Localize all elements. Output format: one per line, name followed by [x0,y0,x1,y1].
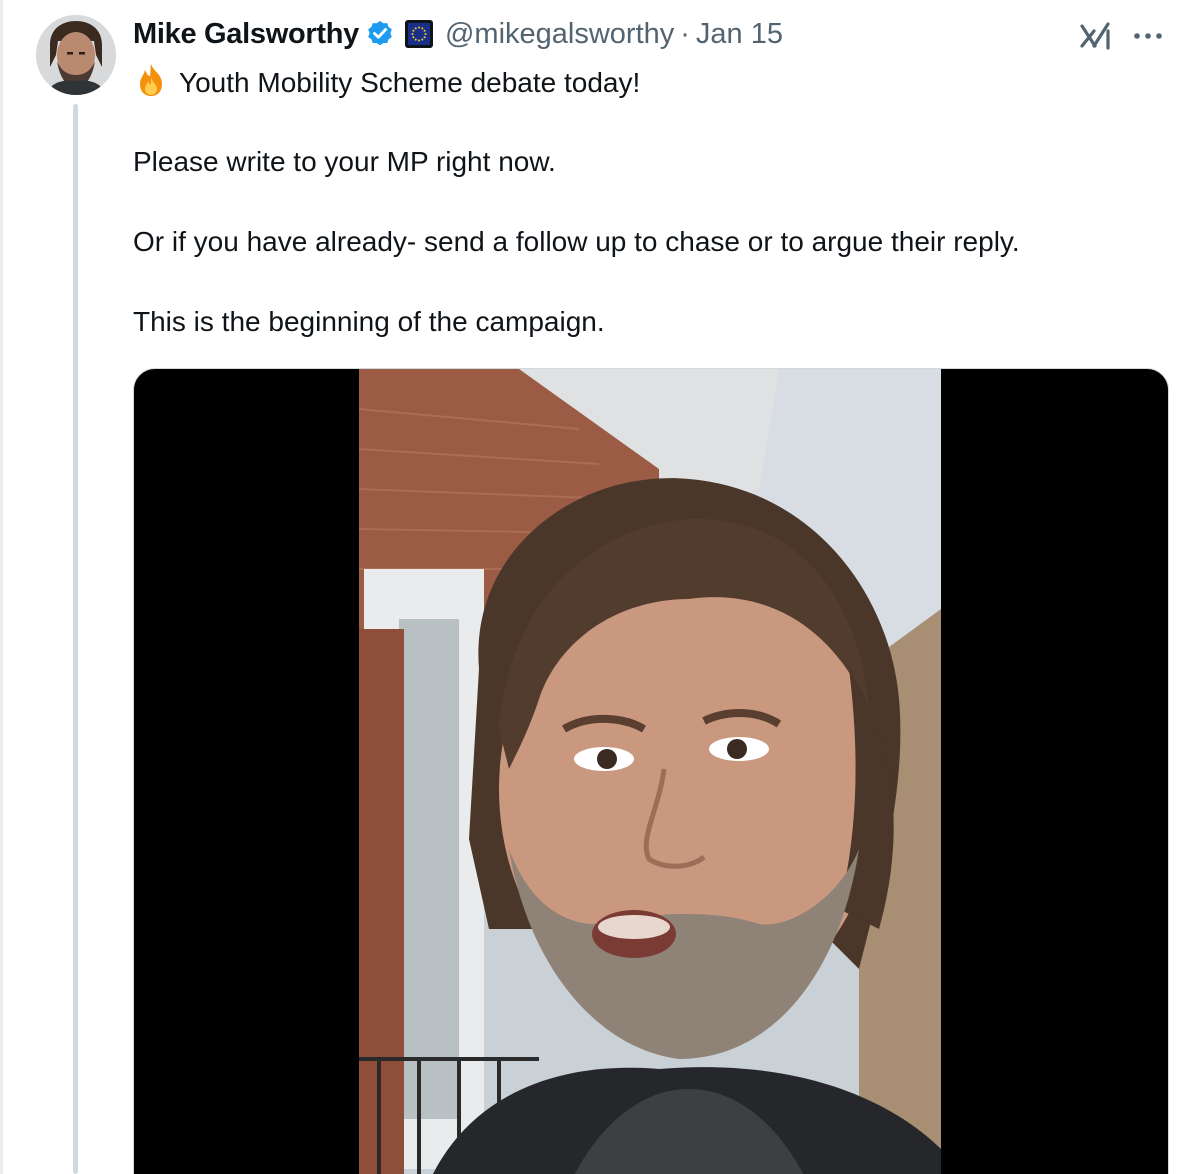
more-options-icon[interactable] [1128,20,1168,52]
eu-flag-icon[interactable] [403,18,435,50]
author-handle[interactable]: @mikegalsworthy [445,18,674,51]
tweet-page: Mike Galsworthy @mikegalsworthy · Jan 15… [0,0,1194,1174]
tweet-header: Mike Galsworthy @mikegalsworthy · Jan 15 [133,14,783,54]
tweet-line-2: Please write to your MP right now. [133,146,556,177]
video-frame[interactable] [359,369,941,1174]
header-separator: · [680,17,690,50]
tweet-text: Youth Mobility Scheme debate today! Plea… [133,62,1163,342]
thread-line [73,104,78,1174]
timeline-edge [0,0,3,1174]
video-thumbnail [359,369,941,1174]
video-media[interactable] [133,368,1169,1174]
avatar[interactable] [36,15,116,95]
tweet-line-3: Or if you have already- send a follow up… [133,226,1020,257]
tweet-date[interactable]: Jan 15 [696,18,783,51]
avatar-image [36,15,116,95]
verified-badge-icon[interactable] [365,19,395,49]
grok-icon[interactable] [1078,18,1114,54]
tweet-line-4: This is the beginning of the campaign. [133,306,605,337]
tweet-line-1: Youth Mobility Scheme debate today! [133,62,1163,102]
author-display-name[interactable]: Mike Galsworthy [133,18,359,51]
tweet-line-1-text: Youth Mobility Scheme debate today! [179,67,641,98]
fire-icon [133,62,169,98]
